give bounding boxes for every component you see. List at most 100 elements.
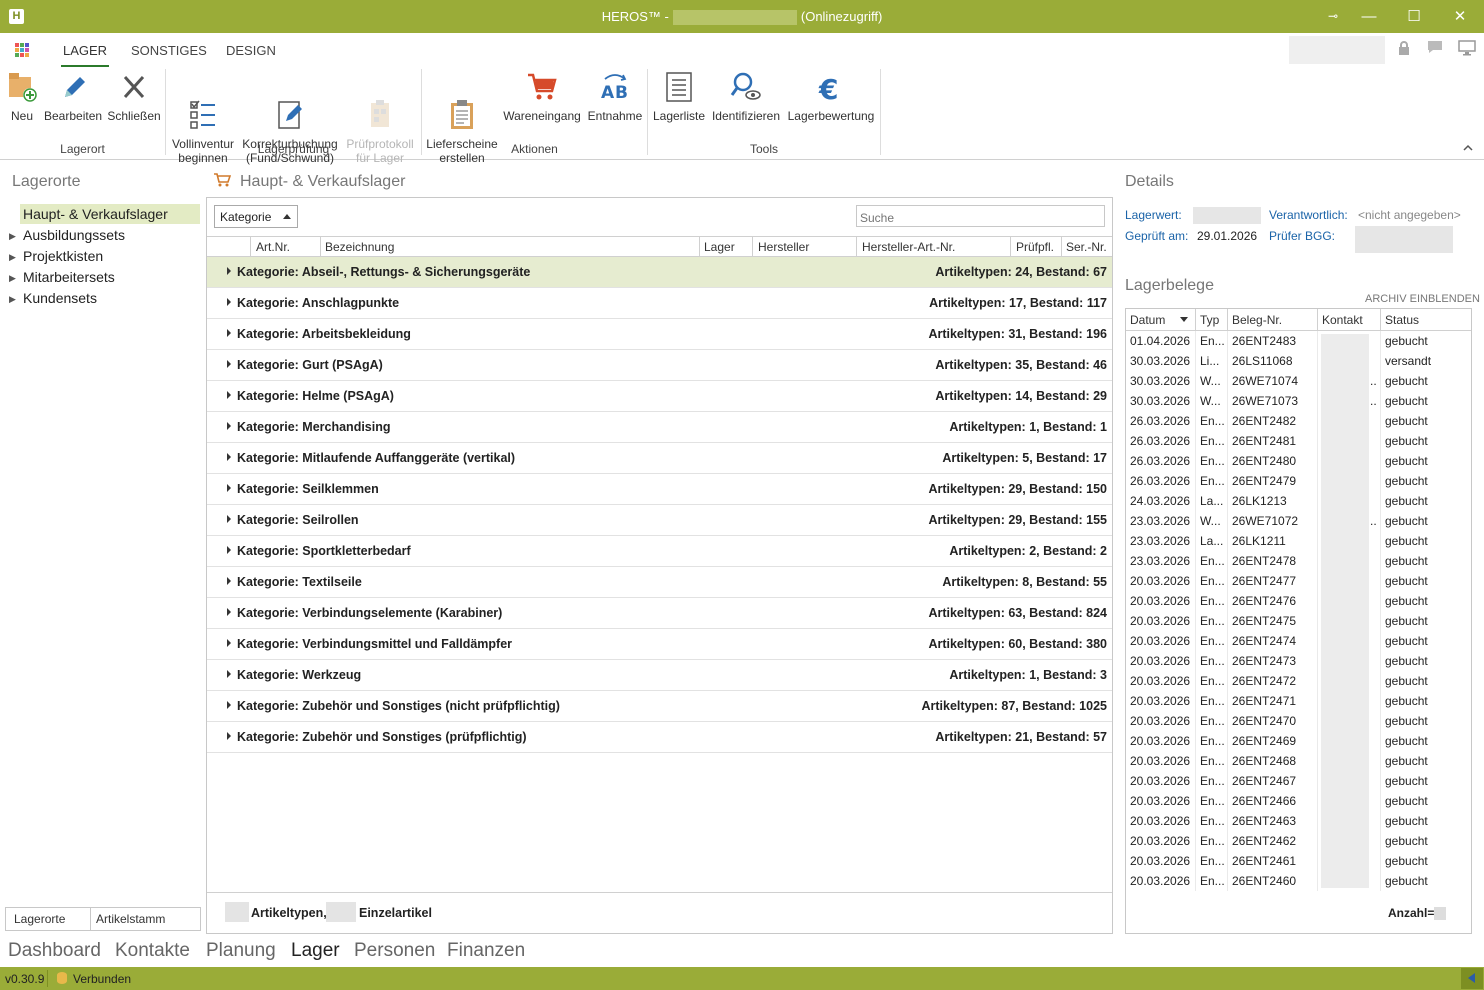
expand-arrow-icon[interactable]: ▶ <box>9 252 16 263</box>
beleg-row[interactable]: 20.03.2026 En... 26ENT2472 gebucht <box>1126 671 1471 691</box>
expand-arrow-icon[interactable] <box>227 329 231 337</box>
column-header-kontakt[interactable]: Kontakt <box>1322 313 1363 327</box>
expand-arrow-icon[interactable] <box>227 670 231 678</box>
category-row[interactable]: Kategorie: Textilseile Artikeltypen: 8, B… <box>207 567 1112 598</box>
category-row[interactable]: Kategorie: Sportkletterbedarf Artikeltype… <box>207 536 1112 567</box>
column-header-hersteller-artnr[interactable]: Hersteller-Art.-Nr. <box>862 240 955 254</box>
beleg-row[interactable]: 20.03.2026 En... 26ENT2474 gebucht <box>1126 631 1471 651</box>
expand-arrow-icon[interactable] <box>227 422 231 430</box>
beleg-row[interactable]: 23.03.2026 W... 26WE71072.. gebucht <box>1126 511 1471 531</box>
close-button[interactable]: Schließen <box>107 69 161 123</box>
category-row[interactable]: Kategorie: Seilrollen Artikeltypen: 29, B… <box>207 505 1112 536</box>
edit-button[interactable]: Bearbeiten <box>44 69 102 123</box>
expand-arrow-icon[interactable] <box>227 267 231 275</box>
expand-arrow-icon[interactable] <box>227 639 231 647</box>
beleg-row[interactable]: 01.04.2026 En... 26ENT2483 gebucht <box>1126 331 1471 351</box>
notification-panel-toggle-icon[interactable] <box>1461 968 1483 989</box>
column-header-belegnr[interactable]: Beleg-Nr. <box>1232 313 1282 327</box>
nav-dashboard[interactable]: Dashboard <box>8 940 101 962</box>
stock-valuation-button[interactable]: € Lagerbewertung <box>786 69 876 123</box>
expand-arrow-icon[interactable]: ▶ <box>9 231 16 242</box>
nav-finanzen[interactable]: Finanzen <box>447 940 525 962</box>
goods-receipt-button[interactable]: Wareneingang <box>503 69 581 123</box>
tree-item-kundensets[interactable]: Kundensets <box>23 288 97 308</box>
beleg-row[interactable]: 30.03.2026 W... 26WE71073.. gebucht <box>1126 391 1471 411</box>
category-row[interactable]: Kategorie: Verbindungselemente (Karabine… <box>207 598 1112 629</box>
chat-icon[interactable] <box>1426 40 1444 58</box>
beleg-row[interactable]: 20.03.2026 En... 26ENT2461 gebucht <box>1126 851 1471 871</box>
column-header-bezeichnung[interactable]: Bezeichnung <box>325 240 394 254</box>
tab-artikelstamm[interactable]: Artikelstamm <box>96 912 165 926</box>
beleg-row[interactable]: 20.03.2026 En... 26ENT2469 gebucht <box>1126 731 1471 751</box>
expand-arrow-icon[interactable] <box>227 453 231 461</box>
column-header-lager[interactable]: Lager <box>704 240 735 254</box>
beleg-row[interactable]: 20.03.2026 En... 26ENT2470 gebucht <box>1126 711 1471 731</box>
category-row[interactable]: Kategorie: Merchandising Artikeltypen: 1,… <box>207 412 1112 443</box>
category-row[interactable]: Kategorie: Helme (PSAgA) Artikeltypen: 14… <box>207 381 1112 412</box>
category-row[interactable]: Kategorie: Gurt (PSAgA) Artikeltypen: 35,… <box>207 350 1112 381</box>
category-row[interactable]: Kategorie: Seilklemmen Artikeltypen: 29, … <box>207 474 1112 505</box>
expand-arrow-icon[interactable] <box>227 298 231 306</box>
tab-sonstiges[interactable]: SONSTIGES <box>131 43 207 58</box>
new-button[interactable]: Neu <box>6 69 38 123</box>
beleg-row[interactable]: 20.03.2026 En... 26ENT2463 gebucht <box>1126 811 1471 831</box>
column-header-status[interactable]: Status <box>1385 313 1419 327</box>
identify-button[interactable]: Identifizieren <box>711 69 781 123</box>
beleg-row[interactable]: 20.03.2026 En... 26ENT2460 gebucht <box>1126 871 1471 891</box>
expand-arrow-icon[interactable] <box>227 360 231 368</box>
tree-item-haupt-verkaufslager[interactable]: Haupt- & Verkaufslager <box>20 204 200 224</box>
tab-design[interactable]: DESIGN <box>226 43 276 58</box>
category-row[interactable]: Kategorie: Verbindungsmittel und Falldäm… <box>207 629 1112 660</box>
beleg-row[interactable]: 30.03.2026 W... 26WE71074.. gebucht <box>1126 371 1471 391</box>
close-window-button[interactable]: ✕ <box>1437 0 1483 33</box>
expand-arrow-icon[interactable] <box>227 732 231 740</box>
beleg-row[interactable]: 26.03.2026 En... 26ENT2482 gebucht <box>1126 411 1471 431</box>
category-row[interactable]: Kategorie: Zubehör und Sonstiges (nicht … <box>207 691 1112 722</box>
expand-arrow-icon[interactable] <box>227 701 231 709</box>
nav-planung[interactable]: Planung <box>206 940 276 962</box>
show-archive-link[interactable]: ARCHIV EINBLENDEN <box>1365 293 1480 305</box>
lock-icon[interactable] <box>1395 40 1413 58</box>
column-header-pruefpfl[interactable]: Prüfpfl. <box>1016 240 1054 254</box>
monitor-icon[interactable] <box>1458 40 1476 58</box>
maximize-button[interactable]: ☐ <box>1391 0 1437 33</box>
category-row[interactable]: Kategorie: Werkzeug Artikeltypen: 1, Best… <box>207 660 1112 691</box>
tab-lagerorte[interactable]: Lagerorte <box>14 912 65 926</box>
beleg-row[interactable]: 24.03.2026 La... 26LK1213 gebucht <box>1126 491 1471 511</box>
collapse-ribbon-icon[interactable] <box>1463 143 1473 155</box>
beleg-row[interactable]: 26.03.2026 En... 26ENT2479 gebucht <box>1126 471 1471 491</box>
beleg-row[interactable]: 20.03.2026 En... 26ENT2467 gebucht <box>1126 771 1471 791</box>
category-row[interactable]: Kategorie: Arbeitsbekleidung Artikeltypen… <box>207 319 1112 350</box>
tab-lager[interactable]: LAGER <box>60 43 110 68</box>
nav-personen[interactable]: Personen <box>354 940 435 962</box>
beleg-row[interactable]: 20.03.2026 En... 26ENT2468 gebucht <box>1126 751 1471 771</box>
tree-item-mitarbeitersets[interactable]: Mitarbeitersets <box>23 267 115 287</box>
minimize-button[interactable]: — <box>1346 0 1392 33</box>
nav-kontakte[interactable]: Kontakte <box>115 940 190 962</box>
withdrawal-button[interactable]: AB Entnahme <box>587 69 643 123</box>
beleg-row[interactable]: 23.03.2026 La... 26LK1211 gebucht <box>1126 531 1471 551</box>
beleg-row[interactable]: 26.03.2026 En... 26ENT2480 gebucht <box>1126 451 1471 471</box>
category-row[interactable]: Kategorie: Anschlagpunkte Artikeltypen: 1… <box>207 288 1112 319</box>
beleg-row[interactable]: 20.03.2026 En... 26ENT2462 gebucht <box>1126 831 1471 851</box>
beleg-row[interactable]: 20.03.2026 En... 26ENT2477 gebucht <box>1126 571 1471 591</box>
beleg-row[interactable]: 20.03.2026 En... 26ENT2466 gebucht <box>1126 791 1471 811</box>
beleg-row[interactable]: 20.03.2026 En... 26ENT2471 gebucht <box>1126 691 1471 711</box>
column-header-sernr[interactable]: Ser.-Nr. <box>1066 240 1107 254</box>
beleg-row[interactable]: 23.03.2026 En... 26ENT2478 gebucht <box>1126 551 1471 571</box>
expand-arrow-icon[interactable] <box>227 484 231 492</box>
tree-item-projektkisten[interactable]: Projektkisten <box>23 246 103 266</box>
expand-arrow-icon[interactable] <box>227 515 231 523</box>
beleg-row[interactable]: 20.03.2026 En... 26ENT2476 gebucht <box>1126 591 1471 611</box>
category-row[interactable]: Kategorie: Abseil-, Rettungs- & Sicherun… <box>207 257 1112 288</box>
group-by-select[interactable]: Kategorie <box>214 205 298 228</box>
beleg-row[interactable]: 26.03.2026 En... 26ENT2481 gebucht <box>1126 431 1471 451</box>
column-header-hersteller[interactable]: Hersteller <box>758 240 809 254</box>
category-row[interactable]: Kategorie: Zubehör und Sonstiges (prüfpf… <box>207 722 1112 753</box>
column-header-datum[interactable]: Datum <box>1130 313 1165 327</box>
beleg-row[interactable]: 30.03.2026 Li... 26LS11068 versandt <box>1126 351 1471 371</box>
column-header-typ[interactable]: Typ <box>1200 313 1219 327</box>
expand-arrow-icon[interactable] <box>227 577 231 585</box>
apps-grid-icon[interactable] <box>15 43 29 57</box>
stock-list-button[interactable]: Lagerliste <box>652 69 706 123</box>
